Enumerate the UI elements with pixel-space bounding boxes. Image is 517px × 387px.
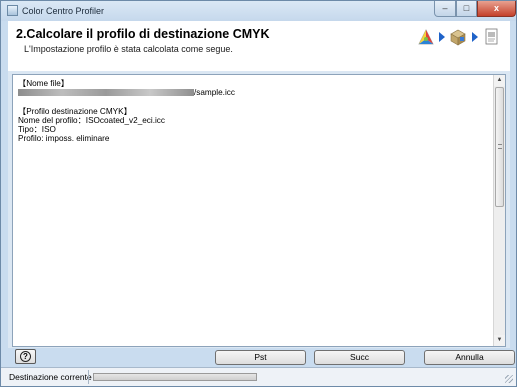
printer-box-icon	[450, 29, 466, 46]
profile-type: Tipo：ISO	[18, 124, 56, 134]
status-divider	[88, 370, 89, 384]
workflow-indicator	[414, 25, 506, 51]
maximize-button[interactable]: □	[456, 1, 477, 17]
scroll-up-icon[interactable]: ▲	[494, 75, 505, 86]
redacted-path	[18, 89, 194, 97]
help-button[interactable]: ?	[15, 349, 36, 364]
file-path-suffix: /sample.icc	[194, 88, 235, 98]
scroll-down-icon[interactable]: ▼	[494, 335, 505, 346]
title-bar[interactable]: Color Centro Profiler – □ x	[1, 1, 516, 21]
profile-name: Nome del profilo：ISOcoated_v2_eci.icc	[18, 115, 165, 125]
app-icon	[7, 5, 18, 16]
page-subtitle: L'Impostazione profilo è stata calcolata…	[24, 44, 233, 54]
previous-button[interactable]: Pst	[215, 350, 306, 365]
progress-bar	[93, 373, 257, 381]
document-icon	[485, 28, 498, 45]
close-button[interactable]: x	[477, 1, 516, 17]
profile-section-label: 【Profilo destinazione CMYK】	[18, 106, 132, 116]
scroll-thumb[interactable]	[495, 87, 504, 207]
file-section-label: 【Nome file】	[18, 79, 69, 88]
content-frame: 【Nome file】 /sample.icc 【Profilo destina…	[8, 71, 510, 348]
page-title: 2.Calcolare il profilo di destinazione C…	[16, 27, 270, 41]
result-textbox[interactable]: 【Nome file】 /sample.icc 【Profilo destina…	[12, 74, 506, 347]
resize-grip-icon[interactable]	[505, 375, 513, 383]
vertical-scrollbar[interactable]: ▲ ▼	[493, 75, 505, 346]
status-bar: Destinazione corrente	[1, 367, 516, 386]
arrow-right-icon	[439, 32, 445, 42]
status-label: Destinazione corrente	[9, 372, 92, 382]
profile-status: Profilo: imposs. eliminare	[18, 134, 110, 144]
arrow-right-icon	[472, 32, 478, 42]
maximize-icon: □	[463, 3, 470, 13]
minimize-button[interactable]: –	[434, 1, 456, 17]
app-window: Color Centro Profiler – □ x 2.Calcolare …	[0, 0, 517, 387]
grip-icon	[498, 144, 502, 149]
cancel-button[interactable]: Annulla	[424, 350, 515, 365]
help-icon: ?	[20, 351, 31, 362]
next-button[interactable]: Succ	[314, 350, 405, 365]
file-path: /sample.icc	[18, 88, 488, 97]
step-header: 2.Calcolare il profilo di destinazione C…	[8, 21, 510, 71]
minimize-icon: –	[442, 3, 448, 13]
result-text: 【Nome file】 /sample.icc 【Profilo destina…	[18, 79, 488, 344]
color-palette-icon	[418, 29, 434, 45]
window-title: Color Centro Profiler	[22, 6, 105, 16]
close-icon: x	[493, 3, 499, 13]
